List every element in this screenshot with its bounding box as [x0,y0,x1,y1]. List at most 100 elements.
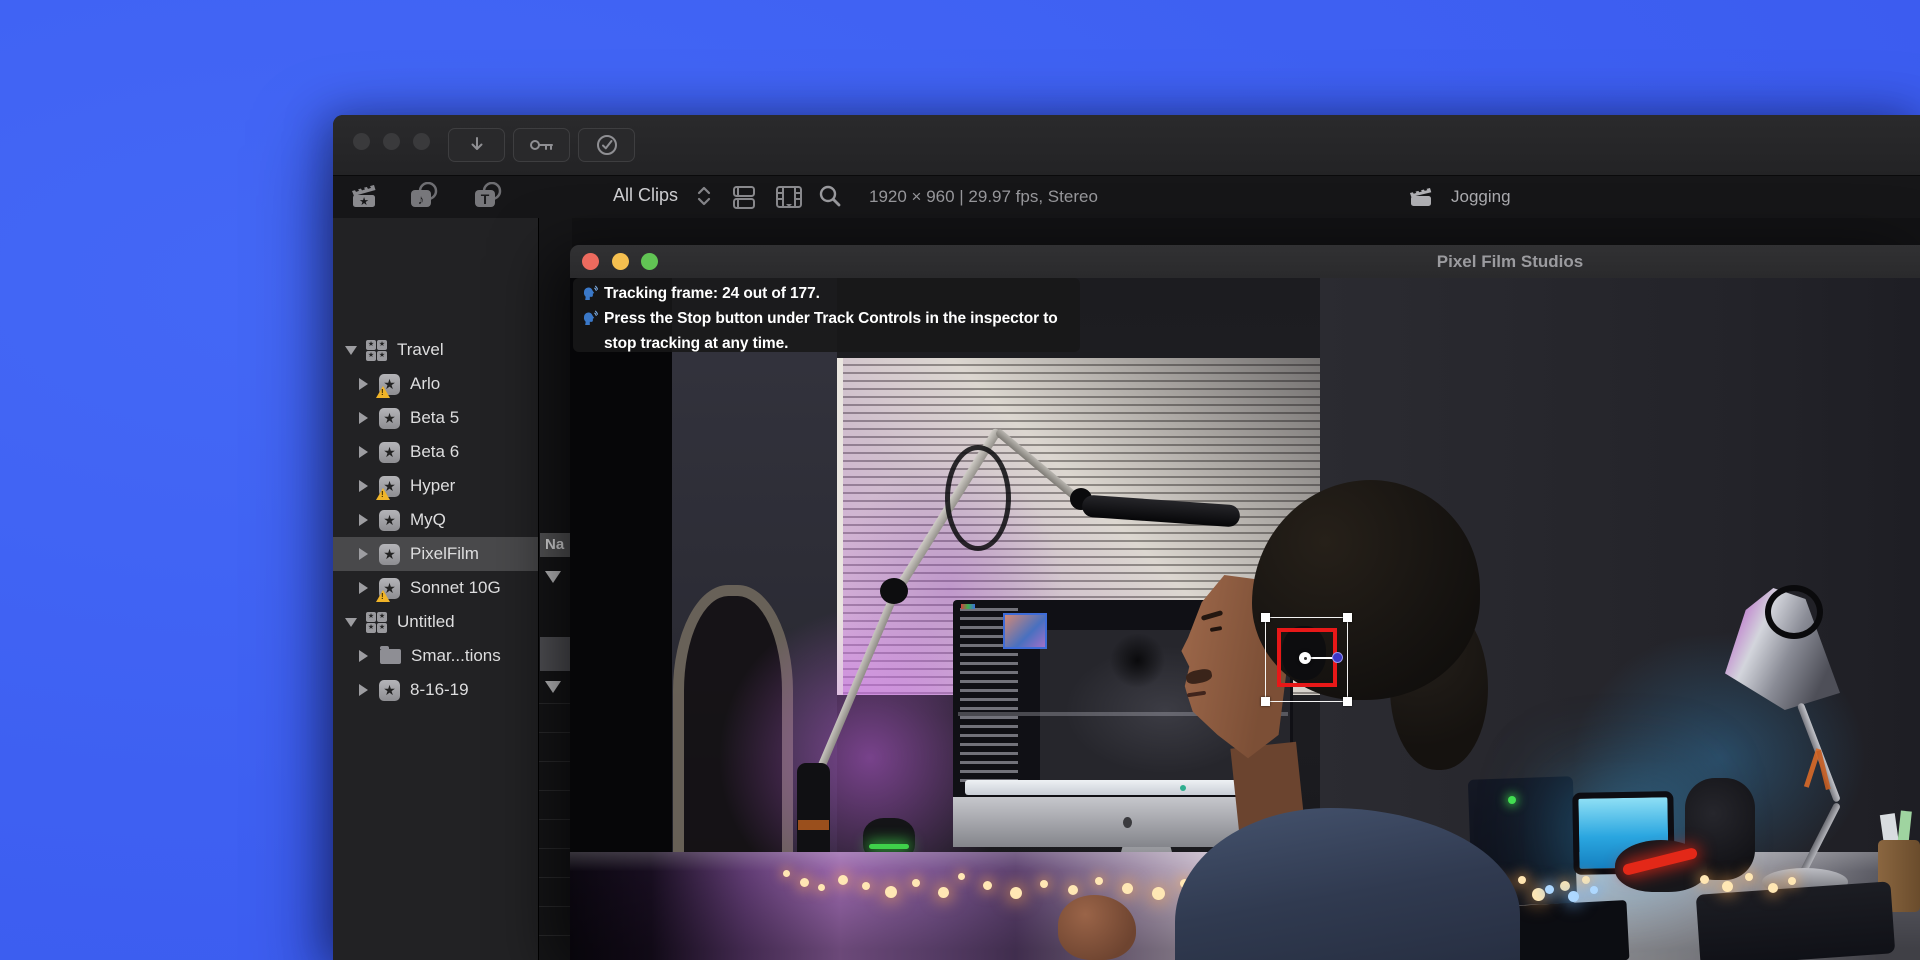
disclosure-triangle-icon[interactable] [359,582,368,594]
folder-icon [380,649,401,664]
clapperboard-star-icon[interactable]: ★ [350,183,378,209]
fairy-light [885,886,897,898]
fairy-light [1152,887,1165,900]
desktop-background: ★ ♪ T All Clips [0,0,1920,960]
disclosure-triangle-open-icon[interactable] [345,346,357,355]
minimize-button[interactable] [612,253,629,270]
zoom-button[interactable] [641,253,658,270]
disclosure-triangle-icon[interactable] [545,681,561,693]
sidebar-item-label: MyQ [410,510,446,530]
sidebar-item-pixelfilm[interactable]: ★PixelFilm [333,537,538,571]
tooltip-line-1: Tracking frame: 24 out of 177. [604,283,820,304]
zoom-button-inactive[interactable] [413,133,430,150]
sidebar-item-8-16-19[interactable]: ★ 8-16-19 [333,673,538,707]
download-arrow-icon [467,135,487,155]
speaking-head-icon [581,308,598,333]
disclosure-triangle-icon[interactable] [359,684,368,696]
sidebar-item-hyper[interactable]: ★Hyper [333,469,538,503]
fairy-light [1095,877,1103,885]
fairy-light [1768,883,1778,893]
sidebar-item-label: Beta 6 [410,442,459,462]
fairy-light [1518,876,1526,884]
event-star-icon: ★ [379,680,400,701]
key-button[interactable] [513,128,570,162]
clip-appearance-icon[interactable] [731,184,757,210]
disclosure-triangle-icon[interactable] [359,446,368,458]
viewer-window-title: Pixel Film Studios [1360,245,1660,278]
all-clips-dropdown[interactable]: All Clips [613,185,678,206]
sidebar-item-arlo[interactable]: ★Arlo [333,367,538,401]
tracker-rotation-handle[interactable] [1332,652,1343,663]
tracking-tooltip: Tracking frame: 24 out of 177. Press the… [573,278,1080,352]
video-imac-dock-dot [1180,785,1186,791]
sidebar-item-label: 8-16-19 [410,680,469,700]
sidebar-item-label: Untitled [397,612,455,632]
disclosure-triangle-icon[interactable] [359,378,368,390]
fairy-light [1788,877,1796,885]
minimize-button-inactive[interactable] [383,133,400,150]
sidebar-item-myq[interactable]: ★ MyQ [333,503,538,537]
fairy-light [1582,876,1590,884]
name-column-header[interactable]: Na [540,533,571,557]
sidebar-item-label: Sonnet 10G [410,578,501,598]
blue-bokeh-light [1545,885,1554,894]
fairy-light [1040,880,1048,888]
fairy-light [783,870,790,877]
tracker-handle-se[interactable] [1343,697,1352,706]
warning-icon [376,386,390,398]
video-canvas[interactable] [570,278,1920,960]
disclosure-triangle-open-icon[interactable] [345,618,357,627]
tracker-handle-ne[interactable] [1343,613,1352,622]
sidebar-item-beta-5[interactable]: ★Beta 5 [333,401,538,435]
disclosure-triangle-icon[interactable] [359,514,368,526]
list-row-separator [539,906,571,907]
sidebar-item-travel[interactable]: ★★★★Travel [333,333,538,367]
event-star-icon: ★ [379,408,400,429]
tracker-line [1310,657,1334,659]
close-button[interactable] [582,253,599,270]
fairy-light [958,873,965,880]
list-row-separator [539,761,571,762]
search-icon[interactable] [818,184,843,209]
fairy-light [1745,873,1753,881]
close-button-inactive[interactable] [353,133,370,150]
fairy-light [1722,881,1733,892]
event-star-icon: ★ [379,442,400,463]
sidebar-item-untitled[interactable]: ★★★★Untitled [333,605,538,639]
filmstrip-icon[interactable] [775,184,803,210]
disclosure-triangle-icon[interactable] [359,548,368,560]
titles-generators-icon[interactable]: T [473,182,503,210]
video-imac-reflection [1110,633,1165,688]
sidebar-item-sonnet-10g[interactable]: ★Sonnet 10G [333,571,538,605]
blue-bokeh-light [1568,891,1579,902]
tracker-handle-nw[interactable] [1261,613,1270,622]
sidebar-item-smar-tions[interactable]: Smar...tions [333,639,538,673]
disclosure-triangle-icon[interactable] [359,480,368,492]
fairy-light [1122,883,1133,894]
video-lamp-cable [1765,585,1823,639]
event-star-icon: ★ [379,510,400,531]
chevron-updown-icon[interactable] [697,185,711,212]
disclosure-triangle-icon[interactable] [359,412,368,424]
project-name-label[interactable]: Jogging [1451,187,1511,207]
project-clapper-icon [1408,185,1434,209]
fairy-light [1010,887,1022,899]
fairy-light [912,879,920,887]
viewer-titlebar[interactable]: Pixel Film Studios [570,245,1920,279]
main-titlebar[interactable] [333,115,1920,176]
video-closed-laptop [1696,881,1896,960]
disclosure-triangle-icon[interactable] [359,650,368,662]
tracker-handle-sw[interactable] [1261,697,1270,706]
sidebar-item-label: Travel [397,340,444,360]
list-row-separator [539,703,571,704]
sidebar-item-beta-6[interactable]: ★ Beta 6 [333,435,538,469]
check-button[interactable] [578,128,635,162]
download-button[interactable] [448,128,505,162]
disclosure-triangle-icon[interactable] [545,571,561,583]
photos-music-icon[interactable]: ♪ [409,182,439,210]
warning-icon [376,488,390,500]
sidebar-item-label: Smar...tions [411,646,501,666]
fairy-light [1068,885,1078,895]
list-row-separator [539,877,571,878]
svg-text:★: ★ [359,196,369,208]
